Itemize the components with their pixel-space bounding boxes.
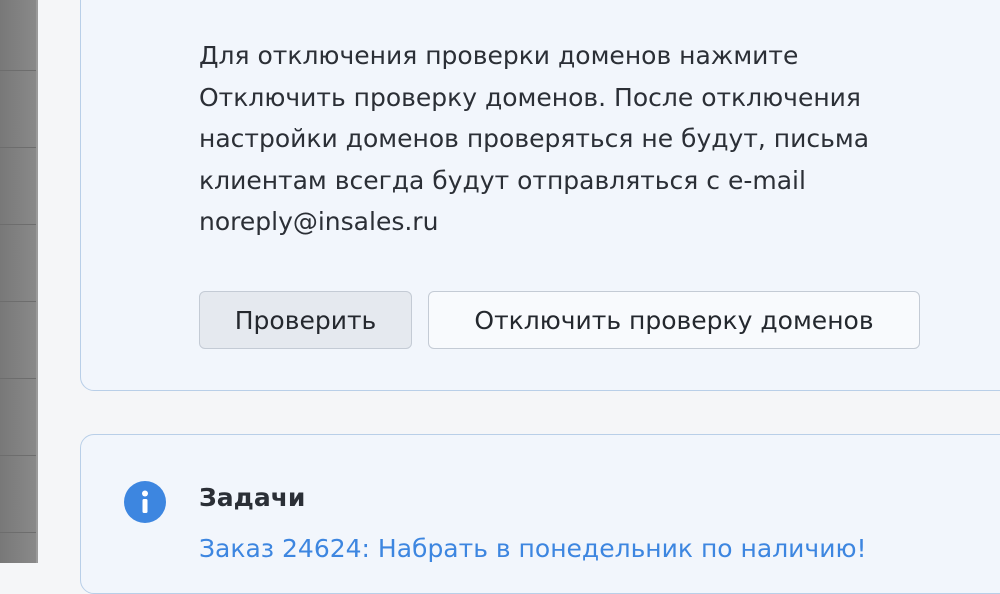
disable-domain-check-button[interactable]: Отключить проверку доменов	[428, 291, 920, 349]
info-icon	[124, 481, 166, 523]
sidebar-divider	[0, 455, 38, 456]
domain-check-description: Для отключения проверки доменов нажмите …	[199, 41, 870, 236]
sidebar-backdrop	[0, 0, 38, 563]
sidebar-divider	[0, 532, 38, 533]
domain-check-panel: Для отключения проверки доменов нажмите …	[80, 0, 1000, 391]
sidebar-divider	[0, 378, 38, 379]
sidebar-edge	[36, 0, 38, 563]
sidebar-divider	[0, 70, 38, 71]
sidebar-divider	[0, 301, 38, 302]
sidebar-divider	[0, 147, 38, 148]
task-link[interactable]: Заказ 24624: Набрать в понедельник по на…	[199, 532, 867, 566]
sidebar-divider	[0, 224, 38, 225]
tasks-title: Задачи	[199, 483, 306, 512]
tasks-panel: Задачи Заказ 24624: Набрать в понедельни…	[80, 434, 1000, 594]
check-button[interactable]: Проверить	[199, 291, 412, 349]
